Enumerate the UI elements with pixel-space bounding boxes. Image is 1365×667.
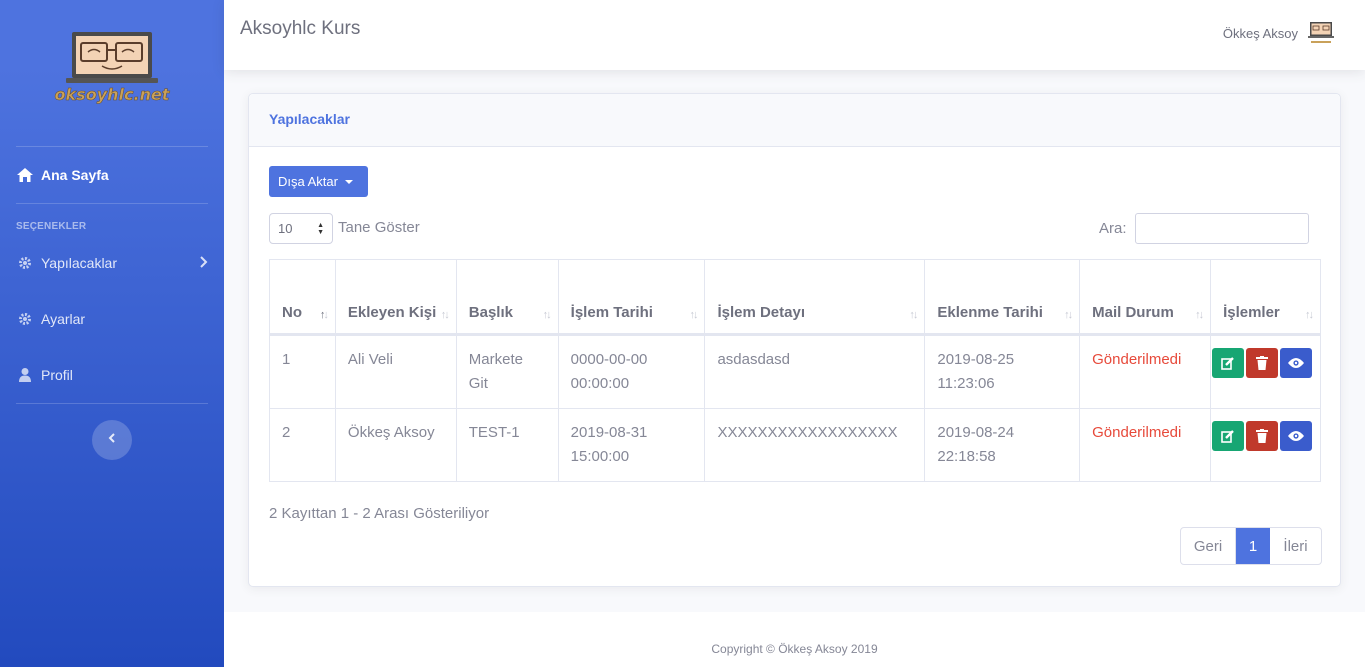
edit-button[interactable]	[1212, 348, 1245, 378]
chevron-left-icon	[108, 431, 116, 449]
pagination: Geri 1 İleri	[1180, 527, 1322, 565]
select-arrows-icon: ▲ ▼	[317, 222, 324, 236]
card-title: Yapılacaklar	[249, 94, 1340, 147]
cell-added-by: Ali Veli	[334, 334, 457, 409]
column-header-date[interactable]: İşlem Tarihi ↑↓	[557, 259, 706, 336]
sidebar-item-label: Ayarlar	[41, 311, 86, 327]
copyright-text: Copyright © Ökkeş Aksoy 2019	[711, 642, 878, 656]
todo-card: Yapılacaklar Dışa Aktar 10 ▲ ▼ Tane Göste…	[248, 93, 1341, 587]
sort-icon: ↑↓	[319, 309, 329, 321]
export-label: Dışa Aktar	[278, 174, 338, 189]
table-row: 2 Ökkeş Aksoy TEST-1 2019-08-31 15:00:00…	[269, 408, 1321, 482]
svg-text:oksoyhlc.net: oksoyhlc.net	[55, 85, 171, 104]
sort-icon: ↑↓	[1064, 309, 1073, 321]
cell-no: 1	[269, 334, 336, 409]
delete-button[interactable]	[1246, 421, 1279, 451]
column-header-actions[interactable]: İşlemler ↑↓	[1210, 259, 1321, 336]
cell-detail: XXXXXXXXXXXXXXXXXX	[704, 408, 926, 482]
gear-icon	[16, 254, 34, 272]
cell-date: 2019-08-31 15:00:00	[557, 408, 706, 482]
column-header-created[interactable]: Eklenme Tarihi ↑↓	[924, 259, 1081, 336]
pagination-next[interactable]: İleri	[1270, 528, 1321, 564]
sidebar-divider	[16, 403, 208, 404]
cell-no: 2	[269, 408, 336, 482]
sidebar: oksoyhlc.net Ana Sayfa SEÇENEKLER Yapıla…	[0, 0, 224, 667]
gear-icon	[16, 310, 34, 328]
chevron-right-icon	[200, 255, 208, 271]
sort-icon: ↑↓	[1305, 309, 1314, 321]
avatar[interactable]	[1307, 20, 1335, 46]
sort-icon: ↑↓	[909, 309, 918, 321]
column-header-added-by[interactable]: Ekleyen Kişi ↑↓	[334, 259, 457, 336]
sort-icon: ↑↓	[689, 309, 698, 321]
eye-icon	[1288, 431, 1305, 441]
sidebar-item-yapilacaklar[interactable]: Yapılacaklar	[16, 243, 208, 283]
page-length-value: 10	[278, 221, 293, 236]
edit-icon	[1221, 357, 1234, 370]
sidebar-heading: SEÇENEKLER	[16, 221, 87, 232]
sidebar-item-label: Ana Sayfa	[41, 167, 109, 183]
cell-actions	[1210, 408, 1321, 482]
edit-icon	[1221, 430, 1234, 443]
search-label: Ara:	[1099, 220, 1127, 237]
column-header-detail[interactable]: İşlem Detayı ↑↓	[704, 259, 926, 336]
page-length-select[interactable]: 10 ▲ ▼	[269, 213, 333, 244]
footer: Copyright © Ökkeş Aksoy 2019	[224, 612, 1365, 667]
sidebar-item-ayarlar[interactable]: Ayarlar	[16, 299, 208, 339]
cell-title: Markete Git	[455, 334, 559, 409]
app-title: Aksoyhlc Kurs	[240, 18, 361, 39]
table-row: 1 Ali Veli Markete Git 0000-00-00 00:00:…	[269, 334, 1321, 409]
table-info: 2 Kayıttan 1 - 2 Arası Gösteriliyor	[269, 505, 490, 522]
edit-button[interactable]	[1212, 421, 1245, 451]
column-header-title[interactable]: Başlık ↑↓	[455, 259, 559, 336]
sidebar-item-home[interactable]: Ana Sayfa	[16, 155, 208, 195]
user-icon	[16, 366, 34, 384]
page-length-label: Tane Göster	[338, 219, 420, 236]
topbar: Aksoyhlc Kurs Ökkeş Aksoy	[224, 0, 1365, 70]
cell-detail: asdasdasd	[704, 334, 926, 409]
cell-title: TEST-1	[455, 408, 559, 482]
export-dropdown-button[interactable]: Dışa Aktar	[269, 166, 368, 197]
site-logo[interactable]: oksoyhlc.net	[52, 28, 172, 114]
sidebar-divider	[16, 146, 208, 147]
cell-added-by: Ökkeş Aksoy	[334, 408, 457, 482]
column-header-mail[interactable]: Mail Durum ↑↓	[1079, 259, 1212, 336]
cell-created: 2019-08-25 11:23:06	[924, 334, 1081, 409]
sort-icon: ↑↓	[440, 309, 450, 321]
pagination-page-1[interactable]: 1	[1236, 528, 1270, 564]
view-button[interactable]	[1280, 348, 1313, 378]
home-icon	[16, 166, 34, 184]
column-header-no[interactable]: No ↑↓	[269, 259, 336, 336]
sort-icon: ↑↓	[542, 309, 552, 321]
cell-created: 2019-08-24 22:18:58	[924, 408, 1081, 482]
sidebar-item-label: Profil	[41, 367, 73, 383]
user-name[interactable]: Ökkeş Aksoy	[1223, 26, 1298, 41]
sidebar-item-label: Yapılacaklar	[41, 255, 118, 271]
trash-icon	[1256, 429, 1269, 443]
cell-mail-status: Gönderilmedi	[1079, 334, 1212, 409]
search-input[interactable]	[1135, 213, 1309, 244]
eye-icon	[1288, 358, 1305, 368]
view-button[interactable]	[1280, 421, 1313, 451]
caret-down-icon	[344, 179, 353, 184]
pagination-prev[interactable]: Geri	[1181, 528, 1236, 564]
cell-actions	[1210, 334, 1321, 409]
cell-date: 0000-00-00 00:00:00	[557, 334, 706, 409]
sidebar-toggle-button[interactable]	[92, 420, 132, 460]
sidebar-divider	[16, 203, 208, 204]
cell-mail-status: Gönderilmedi	[1079, 408, 1212, 482]
trash-icon	[1256, 356, 1269, 370]
todo-table: No ↑↓ Ekleyen Kişi ↑↓ Başlık ↑↓ İşlem Tarih…	[269, 259, 1321, 482]
sort-icon: ↑↓	[1195, 309, 1204, 321]
delete-button[interactable]	[1246, 348, 1279, 378]
sidebar-item-profil[interactable]: Profil	[16, 355, 208, 395]
